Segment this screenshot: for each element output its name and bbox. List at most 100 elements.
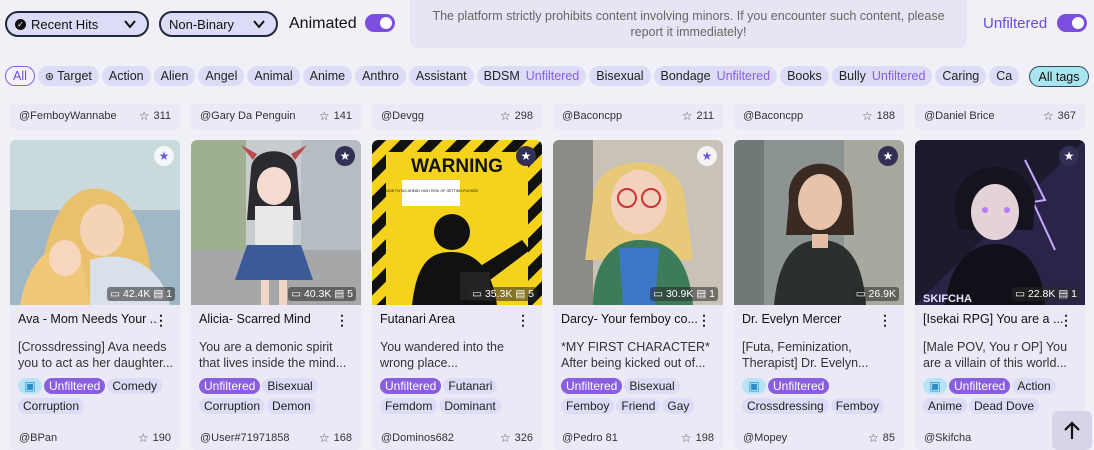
card-author[interactable]: @FemboyWannabe: [19, 110, 117, 122]
tag-target[interactable]: ⊛ Target: [37, 66, 99, 86]
card-tag-chip[interactable]: Unfiltered: [949, 378, 1011, 394]
tag-assistant[interactable]: Assistant: [408, 66, 474, 86]
card-author[interactable]: @Daniel Brice: [924, 110, 994, 122]
card-tag-chip[interactable]: Crossdressing: [742, 398, 829, 414]
card-image[interactable]: SKIFCHA ★ ▭ 22.8K ▤ 1: [915, 140, 1085, 305]
card-tag-chip[interactable]: Corruption: [18, 398, 85, 414]
card-author[interactable]: @BPan: [19, 432, 57, 444]
card-image[interactable]: WARNING HUGE FUTAS AHEAD HIGH RISK OF GET…: [372, 140, 542, 305]
favorite-star-icon[interactable]: ★: [697, 146, 717, 166]
card-tag-chip[interactable]: Demon: [267, 398, 316, 414]
card-tag-chip[interactable]: Bisexual: [624, 378, 680, 394]
card-title[interactable]: Ava - Mom Needs Your ...: [18, 312, 158, 326]
character-card[interactable]: ★ ▭ 40.3K ▤ 5 Alicia- Scarred Mind ⋮ You are…: [191, 140, 361, 450]
tag-ca[interactable]: Ca: [989, 66, 1020, 86]
card-footer[interactable]: @FemboyWannabe ☆ 311: [10, 104, 180, 130]
favorite-star-icon[interactable]: ★: [154, 146, 174, 166]
all-tags-button[interactable]: All tags: [1029, 66, 1089, 87]
card-tag-chip[interactable]: Unfiltered: [199, 378, 261, 394]
chat-icon: ▭: [472, 288, 483, 300]
character-card[interactable]: ★ ▭ 26.9K Dr. Evelyn Mercer ⋮ [Futa, Feminiz…: [734, 140, 904, 450]
more-options-icon[interactable]: ⋮: [878, 312, 892, 329]
card-footer[interactable]: @Baconcpp ☆ 188: [734, 104, 904, 130]
card-footer[interactable]: @Gary Da Penguin ☆ 141: [191, 104, 361, 130]
card-tag-chip[interactable]: Femdom: [380, 398, 438, 414]
card-image[interactable]: ★ ▭ 42.4K ▤ 1: [10, 140, 180, 305]
tag-alien[interactable]: Alien: [153, 66, 196, 86]
card-tag-chip[interactable]: Femboy: [561, 398, 615, 414]
card-tag-chip[interactable]: Unfiltered: [380, 378, 442, 394]
card-tag-chip[interactable]: Friend: [616, 398, 661, 414]
card-footer[interactable]: @Baconcpp ☆ 211: [553, 104, 723, 130]
tag-books[interactable]: Books: [780, 66, 829, 86]
unfiltered-toggle[interactable]: [1057, 14, 1087, 32]
tag-caring[interactable]: Caring: [935, 66, 987, 86]
more-options-icon[interactable]: ⋮: [1059, 312, 1073, 329]
card-tag-chip[interactable]: Unfiltered: [561, 378, 623, 394]
favorite-star-icon[interactable]: ★: [1059, 146, 1079, 166]
card-description: [Male POV, You r OP] You are a villain o…: [923, 340, 1068, 370]
card-tag-chip[interactable]: Unfiltered: [44, 378, 106, 394]
card-author[interactable]: @Baconcpp: [562, 110, 622, 122]
card-author[interactable]: @Pedro 81: [562, 432, 618, 444]
card-footer[interactable]: @Devgg ☆ 298: [372, 104, 542, 130]
card-author[interactable]: @Skifcha: [924, 432, 971, 444]
character-card[interactable]: WARNING HUGE FUTAS AHEAD HIGH RISK OF GET…: [372, 140, 542, 450]
card-tag-chip[interactable]: Comedy: [107, 378, 163, 394]
star-icon: ☆: [318, 109, 330, 123]
card-title[interactable]: Darcy- Your femboy co...: [561, 312, 701, 326]
tag-angel[interactable]: Angel: [198, 66, 245, 86]
card-title[interactable]: [Isekai RPG] You are a ...: [923, 312, 1063, 326]
tag-anime[interactable]: Anime: [302, 66, 353, 86]
card-author[interactable]: @Devgg: [381, 110, 424, 122]
sort-dropdown-label: Recent Hits: [31, 16, 99, 32]
card-title[interactable]: Alicia- Scarred Mind: [199, 312, 339, 326]
tag-animal[interactable]: Animal: [247, 66, 300, 86]
card-author[interactable]: @Mopey: [743, 432, 787, 444]
card-image[interactable]: ★ ▭ 40.3K ▤ 5: [191, 140, 361, 305]
tag-all[interactable]: All: [5, 66, 35, 86]
card-tag-chip[interactable]: Bisexual: [262, 378, 318, 394]
more-options-icon[interactable]: ⋮: [516, 312, 530, 329]
card-title[interactable]: Futanari Area: [380, 312, 520, 326]
animated-toggle[interactable]: [365, 14, 395, 32]
card-tag-chip[interactable]: Anime: [923, 398, 968, 414]
card-tag-chip[interactable]: Unfiltered: [768, 378, 830, 394]
tag-bisexual[interactable]: Bisexual: [589, 66, 651, 86]
card-author[interactable]: @Gary Da Penguin: [200, 110, 296, 122]
pages-icon: ▤: [1058, 288, 1069, 300]
character-card[interactable]: SKIFCHA ★ ▭ 22.8K ▤ 1 [Isekai RPG] You are …: [915, 140, 1085, 450]
scroll-to-top-button[interactable]: [1052, 411, 1092, 450]
card-tag-chip[interactable]: Futanari: [443, 378, 498, 394]
card-author[interactable]: @User#71971858: [200, 432, 289, 444]
card-image[interactable]: ★ ▭ 30.9K ▤ 1: [553, 140, 723, 305]
card-title[interactable]: Dr. Evelyn Mercer: [742, 312, 882, 326]
card-image[interactable]: ★ ▭ 26.9K: [734, 140, 904, 305]
sort-dropdown[interactable]: ✓ Recent Hits: [5, 11, 149, 37]
tag-bdsm[interactable]: BDSM Unfiltered: [476, 66, 587, 86]
card-footer[interactable]: @Daniel Brice ☆ 367: [915, 104, 1085, 130]
card-author[interactable]: @Baconcpp: [743, 110, 803, 122]
card-author[interactable]: @Dominos682: [381, 432, 454, 444]
character-card[interactable]: ★ ▭ 30.9K ▤ 1 Darcy- Your femboy co... ⋮ *MY…: [553, 140, 723, 450]
card-tag-chip[interactable]: Gay: [662, 398, 695, 414]
favorite-star-icon[interactable]: ★: [878, 146, 898, 166]
favorite-star-icon[interactable]: ★: [516, 146, 536, 166]
card-tag-chip[interactable]: Action: [1012, 378, 1056, 394]
gender-dropdown[interactable]: Non-Binary: [159, 11, 278, 37]
favorite-star-icon[interactable]: ★: [335, 146, 355, 166]
card-meta: @Devgg ☆ 298: [372, 106, 542, 126]
tag-bully[interactable]: Bully Unfiltered: [831, 66, 933, 86]
tag-anthro[interactable]: Anthro: [355, 66, 406, 86]
card-tag-chip[interactable]: Dominant: [439, 398, 501, 414]
tag-action[interactable]: Action: [101, 66, 151, 86]
star-count-value: 311: [153, 110, 171, 122]
more-options-icon[interactable]: ⋮: [154, 312, 168, 329]
character-card[interactable]: ★ ▭ 42.4K ▤ 1 Ava - Mom Needs Your ... ⋮ [Cr…: [10, 140, 180, 450]
card-tag-chip[interactable]: Femboy: [830, 398, 885, 414]
tag-bondage[interactable]: Bondage Unfiltered: [653, 66, 778, 86]
card-tag-chip[interactable]: Dead Dove: [969, 398, 1040, 414]
more-options-icon[interactable]: ⋮: [697, 312, 711, 329]
more-options-icon[interactable]: ⋮: [335, 312, 349, 329]
card-tag-chip[interactable]: Corruption: [199, 398, 266, 414]
